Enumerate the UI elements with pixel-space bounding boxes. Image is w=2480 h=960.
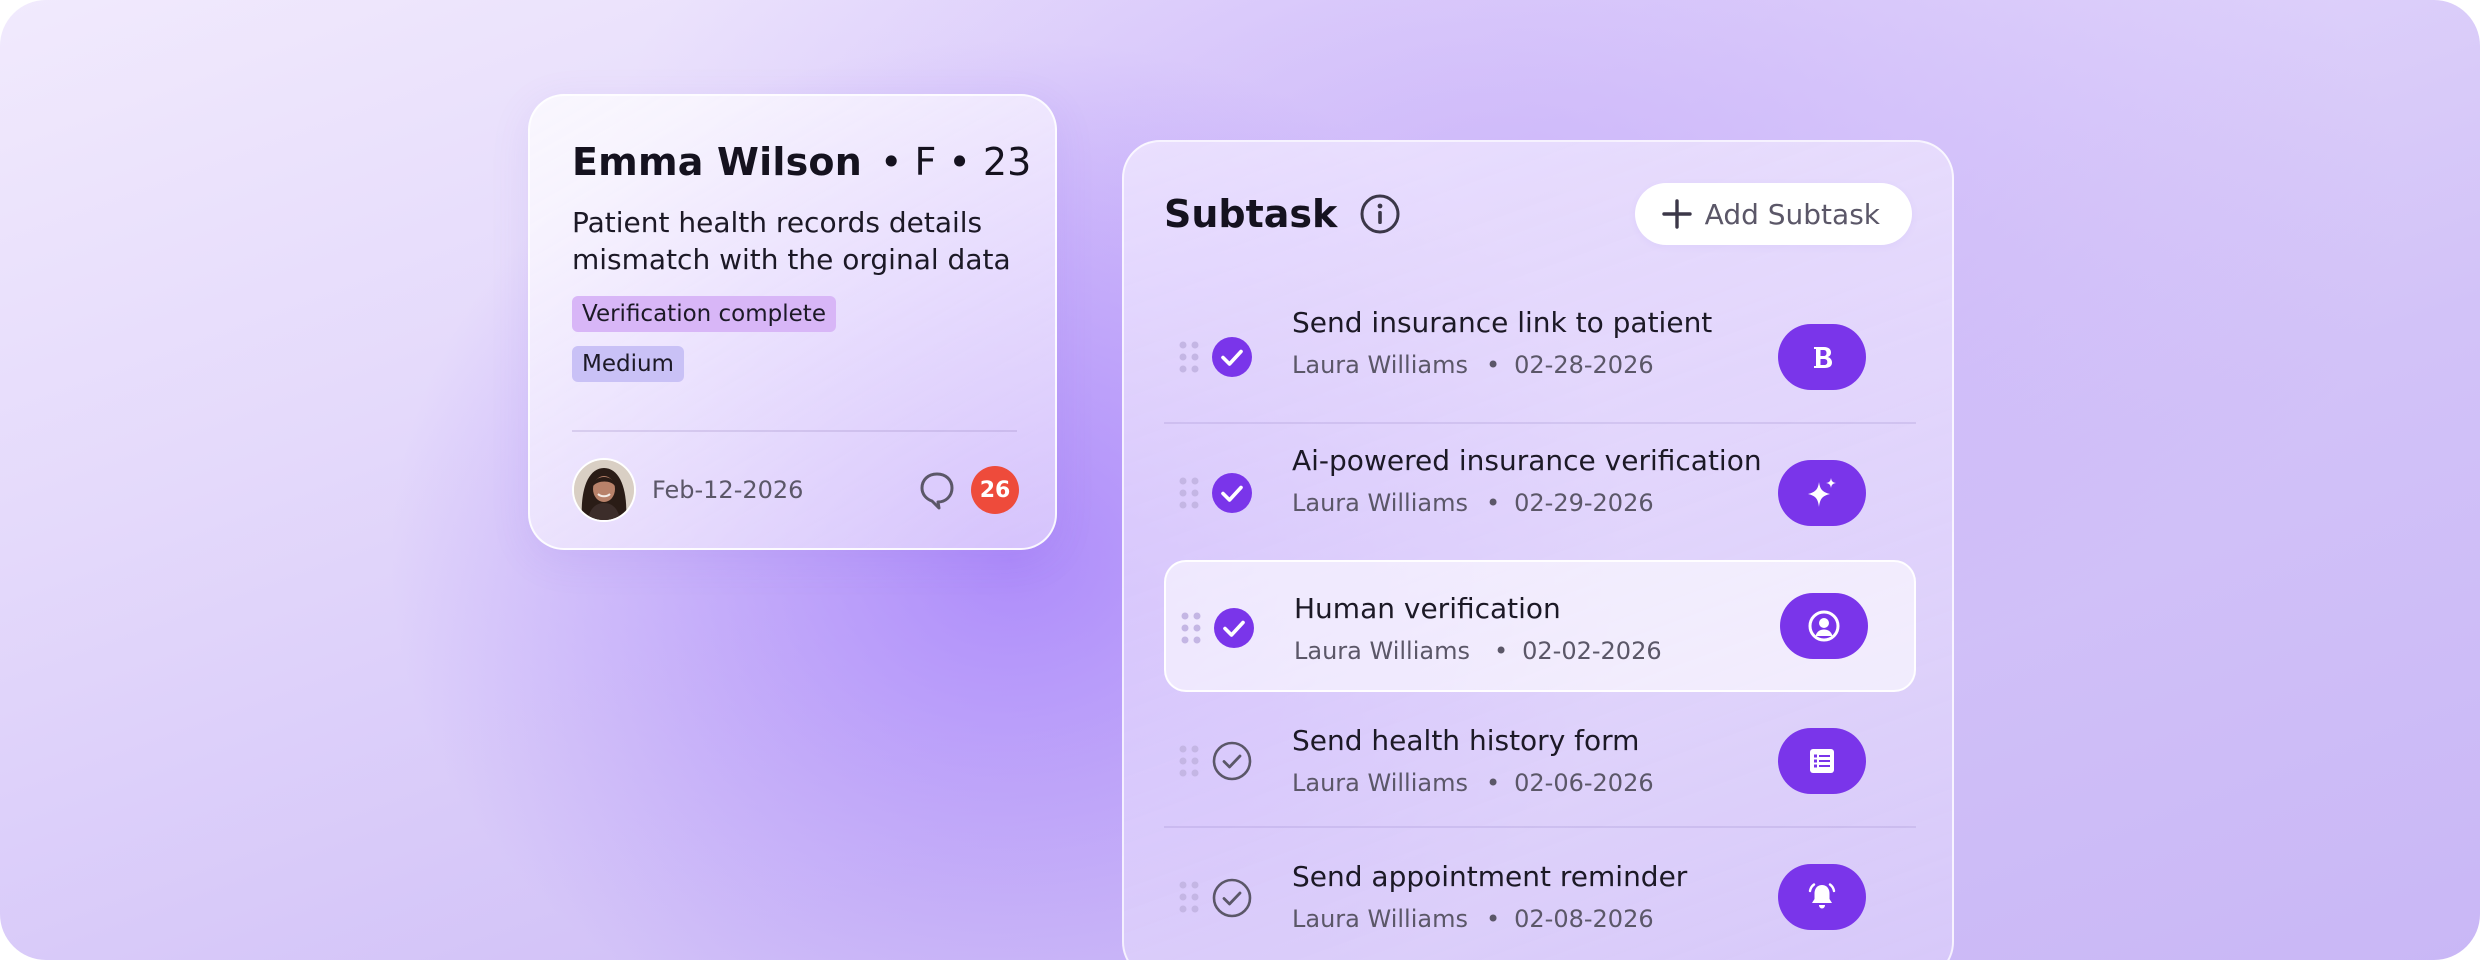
comment-icon[interactable] <box>917 468 957 512</box>
drag-handle-icon[interactable] <box>1178 880 1200 914</box>
patient-card[interactable]: Emma Wilson • F • 23 Patient health reco… <box>528 94 1057 550</box>
subtask-action-button[interactable] <box>1778 324 1866 390</box>
checked-circle-icon[interactable] <box>1212 473 1252 513</box>
patient-name: Emma Wilson <box>572 140 862 184</box>
patient-meta: • F • 23 <box>879 140 1032 184</box>
subtask-row[interactable]: Send insurance link to patient Laura Wil… <box>1164 286 1916 424</box>
canvas: Emma Wilson • F • 23 Patient health reco… <box>0 0 2480 960</box>
add-subtask-button[interactable]: Add Subtask <box>1634 183 1912 245</box>
divider <box>572 430 1017 432</box>
add-subtask-label: Add Subtask <box>1704 197 1880 231</box>
unchecked-circle-icon[interactable] <box>1212 878 1252 918</box>
checked-circle-icon[interactable] <box>1212 337 1252 377</box>
subtask-panel: Subtask Add Subtask Send insurance link … <box>1122 140 1954 960</box>
patient-description: Patient health records details mismatch … <box>572 206 1011 276</box>
subtask-date: 02-28-2026 <box>1514 351 1654 379</box>
sparkles-icon <box>1808 478 1836 507</box>
subtask-action-button[interactable] <box>1778 728 1866 794</box>
drag-handle-icon[interactable] <box>1178 340 1200 374</box>
drag-handle-icon[interactable] <box>1178 476 1200 510</box>
checked-circle-icon[interactable] <box>1214 608 1254 648</box>
subtask-assignee: Laura Williams <box>1292 769 1468 797</box>
subtask-title: Send appointment reminder <box>1292 860 1688 893</box>
subtask-assignee: Laura Williams <box>1292 905 1468 933</box>
subtask-action-button[interactable] <box>1780 593 1868 659</box>
subtask-title: Ai-powered insurance verification <box>1292 444 1762 477</box>
patient-title-row: Emma Wilson • F • 23 <box>572 140 1031 184</box>
unchecked-circle-icon[interactable] <box>1212 741 1252 781</box>
subtask-title: Send insurance link to patient <box>1292 306 1713 339</box>
drag-handle-icon[interactable] <box>1178 744 1200 778</box>
patient-card-footer: Feb-12-2026 26 <box>572 456 1019 524</box>
subtask-date: 02-08-2026 <box>1514 905 1654 933</box>
subtask-date: 02-06-2026 <box>1514 769 1654 797</box>
subtask-date: 02-29-2026 <box>1514 489 1654 517</box>
user-circle-icon <box>1808 610 1840 642</box>
status-badge: Verification complete <box>572 296 836 332</box>
subtask-assignee: Laura Williams <box>1292 489 1468 517</box>
subtask-row[interactable]: Send appointment reminder Laura Williams… <box>1164 828 1916 960</box>
bell-ringing-icon <box>1808 883 1836 909</box>
subtask-title: Subtask <box>1164 192 1338 236</box>
drag-handle-icon[interactable] <box>1180 611 1202 645</box>
priority-badge: Medium <box>572 346 684 382</box>
subtask-title: Send health history form <box>1292 724 1640 757</box>
subtask-title: Human verification <box>1294 592 1561 625</box>
subtask-header: Subtask Add Subtask <box>1164 182 1912 246</box>
subtask-list: Send insurance link to patient Laura Wil… <box>1164 286 1916 960</box>
subtask-date: 02-02-2026 <box>1522 637 1662 665</box>
comment-count-badge: 26 <box>971 466 1019 514</box>
info-icon[interactable] <box>1359 193 1401 235</box>
subtask-row[interactable]: Ai-powered insurance verification Laura … <box>1164 424 1916 560</box>
patient-date: Feb-12-2026 <box>652 476 804 504</box>
subtask-assignee: Laura Williams <box>1294 637 1470 665</box>
subtask-row-highlighted[interactable]: Human verification Laura Williams • 02-02-… <box>1164 560 1916 692</box>
form-list-icon <box>1810 749 1834 773</box>
subtask-action-button[interactable] <box>1778 864 1866 930</box>
subtask-row[interactable]: Send health history form Laura Williams •… <box>1164 692 1916 828</box>
bold-b-icon <box>1814 347 1832 368</box>
subtask-assignee: Laura Williams <box>1292 351 1468 379</box>
plus-icon <box>1661 199 1692 229</box>
avatar[interactable] <box>572 458 636 522</box>
subtask-action-button[interactable] <box>1778 460 1866 526</box>
